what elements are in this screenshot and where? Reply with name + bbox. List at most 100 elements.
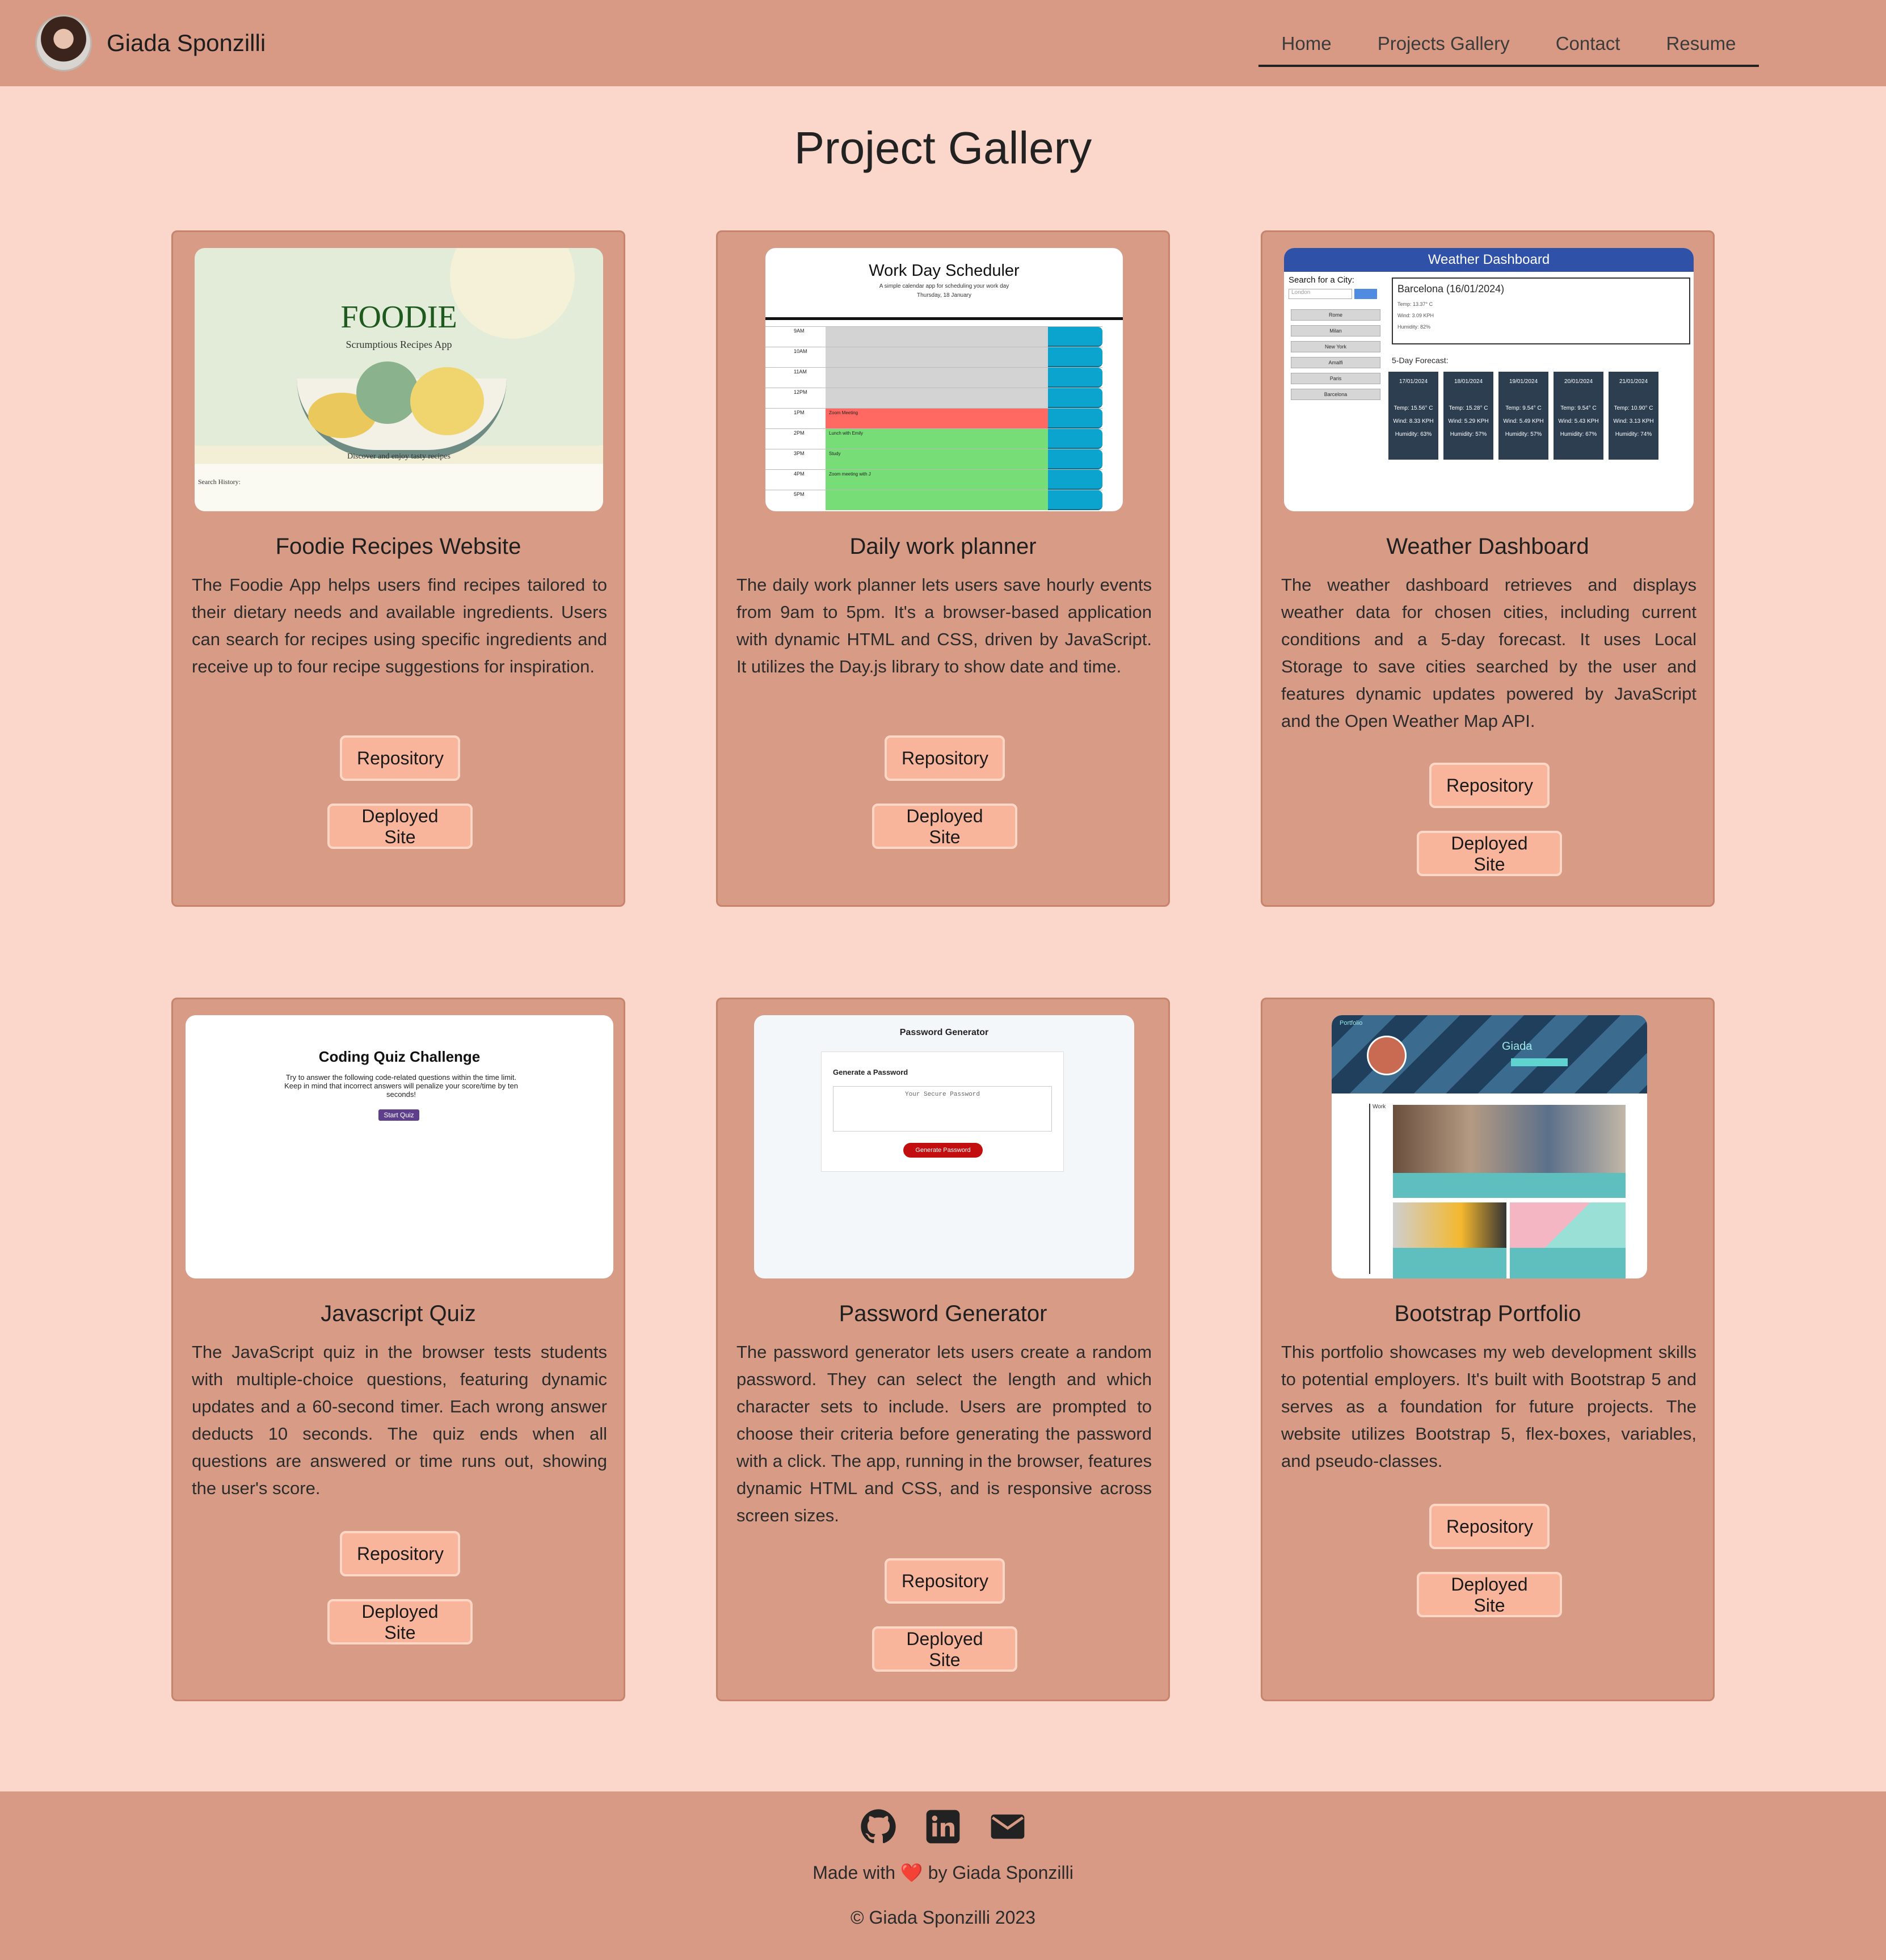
github-icon[interactable]: [860, 1808, 896, 1845]
repository-button[interactable]: Repository: [1429, 763, 1550, 808]
preview-current-details: Temp: 13.37° C Wind: 3.09 KPH Humidity: 82…: [1397, 298, 1685, 333]
preview-project-image: [1393, 1105, 1626, 1173]
schedule-hour: 12PM: [794, 389, 807, 395]
schedule-slot: Zoom Meeting: [826, 409, 1048, 428]
deployed-site-button[interactable]: Deployed Site: [872, 1626, 1017, 1672]
preview-project-image: [1393, 1202, 1506, 1248]
avatar: [35, 15, 92, 71]
nav-links: Home Projects Gallery Contact Resume: [1258, 23, 1759, 67]
preview-card-label: Generate a Password: [833, 1068, 908, 1076]
preview-forecast-card: 18/01/2024 Temp: 15.28° C Wind: 5.29 KPH Hu…: [1443, 372, 1493, 460]
repository-button[interactable]: Repository: [340, 1531, 460, 1576]
repository-button[interactable]: Repository: [1429, 1504, 1550, 1549]
preview-forecast-temp: Temp: 15.28° C: [1449, 405, 1488, 411]
deployed-site-button[interactable]: Deployed Site: [1417, 831, 1562, 876]
save-button: [1048, 368, 1102, 388]
save-button: [1048, 327, 1102, 347]
footer: Made with ❤️ by Giada Sponzilli © Giada …: [0, 1791, 1886, 1960]
preview-search-button: [1354, 289, 1377, 299]
deployed-site-button[interactable]: Deployed Site: [327, 804, 473, 849]
project-title: Foodie Recipes Website: [275, 534, 521, 559]
preview-subheading: Scrumptious Recipes App: [346, 339, 452, 350]
preview-city-button: Paris: [1291, 373, 1380, 384]
preview-forecast-humidity: Humidity: 57%: [1450, 431, 1487, 438]
nav-resume[interactable]: Resume: [1666, 33, 1736, 54]
schedule-slot: [826, 388, 1048, 408]
preview-brand: Portfolio: [1340, 1020, 1363, 1027]
preview-forecast-temp: Temp: 9.54° C: [1505, 405, 1542, 411]
schedule-slot: [826, 347, 1048, 367]
preview-forecast-card: 21/01/2024 Temp: 10.90° C Wind: 3.13 KPH Hu…: [1609, 372, 1658, 460]
preview-city-button: Milan: [1291, 325, 1380, 337]
preview-forecast-date: 21/01/2024: [1619, 378, 1648, 385]
save-button: [1048, 429, 1102, 449]
preview-card: Generate a Password Your Secure Password…: [821, 1051, 1064, 1172]
preview-start-button: Start Quiz: [378, 1109, 419, 1121]
schedule-row: 1PM Zoom Meeting: [765, 408, 1102, 428]
schedule-row: 3PM Study: [765, 449, 1102, 469]
preview-search-input: London: [1289, 289, 1352, 299]
preview-forecast-humidity: Humidity: 67%: [1560, 431, 1597, 438]
preview-city-button: Rome: [1291, 309, 1380, 321]
preview-avatar: [1367, 1036, 1407, 1075]
schedule-rows: 9AM 10AM 11AM 12PM 1PM Zoom Meeting 2PM Lunch w…: [765, 326, 1102, 510]
project-title: Bootstrap Portfolio: [1394, 1301, 1581, 1326]
deployed-site-button[interactable]: Deployed Site: [1417, 1572, 1562, 1617]
preview-forecast-card: 20/01/2024 Temp: 9.54° C Wind: 5.43 KPH Hum…: [1554, 372, 1603, 460]
email-icon[interactable]: [990, 1808, 1026, 1845]
save-button: [1048, 470, 1102, 490]
food-illustration: [356, 361, 419, 424]
project-preview-bootstrap[interactable]: Portfolio Giada Work: [1332, 1015, 1647, 1278]
made-prefix: Made with: [813, 1862, 896, 1883]
preview-city-button: New York: [1291, 341, 1380, 352]
preview-city-button: Amalfi: [1291, 357, 1380, 368]
preview-work-label: Work: [1369, 1104, 1386, 1274]
preview-forecast-humidity: Humidity: 63%: [1395, 431, 1432, 438]
schedule-hour: 11AM: [794, 369, 807, 375]
brand[interactable]: Giada Sponzilli: [35, 15, 266, 71]
preview-forecast-humidity: Humidity: 57%: [1505, 431, 1542, 438]
repository-button[interactable]: Repository: [885, 1558, 1005, 1604]
save-button: [1048, 449, 1102, 469]
project-preview-quiz[interactable]: Coding Quiz Challenge Try to answer the …: [186, 1015, 613, 1278]
project-preview-weather[interactable]: Weather Dashboard Search for a City: Lon…: [1284, 248, 1694, 511]
preview-forecast-wind: Wind: 8.33 KPH: [1393, 418, 1434, 424]
preview-heading: Password Generator: [899, 1028, 989, 1037]
preview-forecast-temp: Temp: 9.54° C: [1560, 405, 1597, 411]
deployed-site-button[interactable]: Deployed Site: [872, 804, 1017, 849]
preview-forecast-wind: Wind: 3.13 KPH: [1613, 418, 1654, 424]
schedule-hour: 4PM: [794, 471, 805, 477]
nav-projects-gallery[interactable]: Projects Gallery: [1378, 33, 1510, 54]
made-suffix: by Giada Sponzilli: [928, 1862, 1073, 1883]
project-title: Daily work planner: [849, 534, 1037, 559]
save-button: [1048, 347, 1102, 367]
linkedin-icon[interactable]: [925, 1808, 961, 1845]
preview-forecast-date: 19/01/2024: [1509, 378, 1538, 385]
repository-button[interactable]: Repository: [885, 735, 1005, 781]
preview-project-caption: [1510, 1248, 1626, 1278]
preview-current-detail: Wind: 3.09 KPH: [1397, 313, 1434, 318]
preview-forecast-card: 19/01/2024 Temp: 9.54° C Wind: 5.49 KPH Hum…: [1498, 372, 1548, 460]
schedule-hour: 9AM: [794, 328, 805, 334]
preview-city-button: Barcelona: [1291, 389, 1380, 400]
preview-current-weather: Barcelona (16/01/2024) Temp: 13.37° C Win…: [1392, 277, 1690, 344]
schedule-slot: [826, 490, 1048, 510]
project-card-password: Password Generator Generate a Password Y…: [716, 998, 1170, 1701]
schedule-hour: 5PM: [794, 491, 805, 497]
project-preview-scheduler[interactable]: Work Day Scheduler A simple calendar app…: [765, 248, 1123, 511]
repository-button[interactable]: Repository: [340, 735, 460, 781]
project-preview-foodie[interactable]: FOODIE Scrumptious Recipes App Discover …: [195, 248, 603, 511]
project-card-foodie: FOODIE Scrumptious Recipes App Discover …: [171, 230, 625, 907]
schedule-row: 5PM: [765, 490, 1102, 510]
preview-text: Try to answer the following code-related…: [284, 1073, 518, 1099]
preview-forecast-wind: Wind: 5.29 KPH: [1448, 418, 1489, 424]
preview-heading: Weather Dashboard: [1284, 248, 1694, 272]
schedule-slot: Zoom meeting with J: [826, 470, 1048, 490]
schedule-row: 2PM Lunch with Emily: [765, 428, 1102, 449]
project-preview-password[interactable]: Password Generator Generate a Password Y…: [754, 1015, 1134, 1278]
schedule-slot: Study: [826, 449, 1048, 469]
nav-contact[interactable]: Contact: [1556, 33, 1620, 54]
preview-name: Giada: [1502, 1040, 1533, 1053]
nav-home[interactable]: Home: [1282, 33, 1332, 54]
deployed-site-button[interactable]: Deployed Site: [327, 1599, 473, 1644]
